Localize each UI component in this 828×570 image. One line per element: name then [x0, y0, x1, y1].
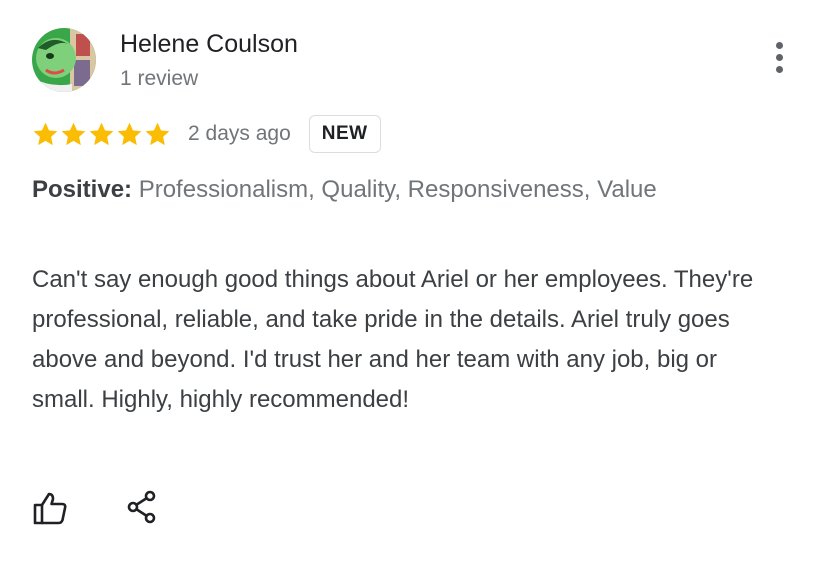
- star-icon: [145, 122, 170, 145]
- review-date: 2 days ago: [188, 122, 291, 145]
- reviewer-name[interactable]: Helene Coulson: [120, 30, 298, 59]
- new-badge: NEW: [308, 115, 381, 153]
- review-count[interactable]: 1 review: [120, 67, 198, 91]
- star-icon: [117, 122, 142, 145]
- attributes-label: Positive:: [32, 176, 133, 203]
- review-attributes: Positive: Professionalism, Quality, Resp…: [32, 173, 712, 206]
- like-button[interactable]: [32, 490, 68, 526]
- star-icon: [61, 122, 86, 145]
- review-text: Can't say enough good things about Ariel…: [32, 266, 754, 413]
- attributes-values: Professionalism, Quality, Responsiveness…: [138, 176, 657, 203]
- rating-row: 2 days ago NEW: [32, 112, 381, 156]
- star-rating: [32, 121, 171, 148]
- more-options-button[interactable]: [766, 40, 794, 74]
- reviewer-avatar[interactable]: [32, 28, 96, 92]
- star-icon: [33, 122, 58, 145]
- share-icon: [127, 490, 156, 524]
- share-button[interactable]: [126, 490, 158, 524]
- thumbs-up-icon: [33, 492, 67, 525]
- user-avatar-icon: [32, 28, 96, 92]
- star-icon: [89, 122, 114, 145]
